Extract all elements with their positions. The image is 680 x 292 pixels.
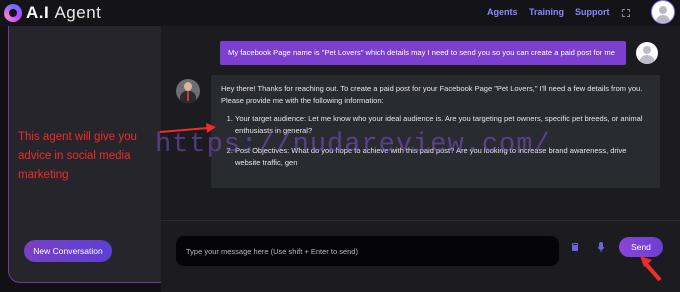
top-bar: A.I Agent Agents Training Support [0,0,680,26]
book-icon[interactable] [571,242,579,252]
logo-primary: A.I [26,3,50,22]
composer-divider [161,220,680,221]
message-input[interactable] [176,236,559,266]
nav-link-support-label[interactable]: Support [575,7,610,17]
annotation-text: This agent will give you advice in socia… [18,131,137,181]
nav-link-support[interactable]: Support [575,7,610,17]
new-conversation-button[interactable]: New Conversation [24,240,112,262]
logo-mark-icon [4,4,22,22]
annotation-arrow-icon [159,123,216,133]
app-logo[interactable]: A.I Agent [4,2,101,24]
send-arrow-icon [640,256,662,282]
nav-link-agents-label[interactable]: Agents [487,7,518,17]
agent-avatar [176,79,200,103]
user-message-avatar [636,42,658,64]
logo-text: A.I Agent [26,3,101,23]
agent-message-intro: Hey there! Thanks for reaching out. To c… [221,84,643,105]
logo-secondary: Agent [54,3,102,22]
nav-link-agents[interactable]: Agents [487,7,518,17]
microphone-icon[interactable] [597,241,605,253]
user-message: My facebook Page name is "Pet Lovers" wh… [220,41,626,65]
nav-link-training[interactable]: Training [529,7,564,17]
user-avatar[interactable] [652,1,674,23]
nav-link-training-label[interactable]: Training [529,7,564,17]
expand-icon[interactable] [622,9,630,17]
